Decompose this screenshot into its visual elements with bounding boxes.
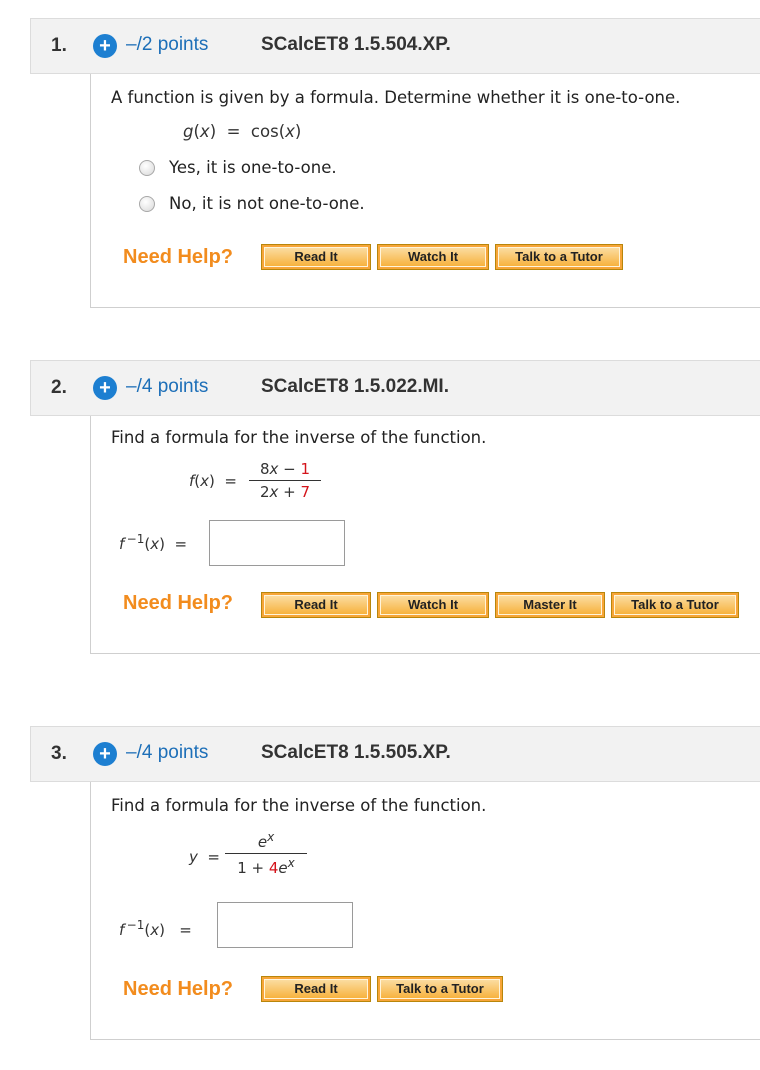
points-label[interactable]: –/2 points [126,34,208,56]
inverse-answer-input[interactable] [217,902,353,948]
question-body: Find a formula for the inverse of the fu… [90,782,760,1040]
points-label[interactable]: –/4 points [126,376,208,398]
plus-icon[interactable]: + [93,34,117,58]
read-it-button[interactable]: Read It [261,592,371,618]
watch-it-button[interactable]: Watch It [377,592,489,618]
function-lhs: y = [189,848,220,866]
button-label: Watch It [380,595,486,615]
radio-button[interactable] [139,160,155,176]
function-lhs: f(x) = [189,472,237,490]
question-code: SCalcET8 1.5.504.XP. [261,34,451,55]
fraction-bar [249,480,321,481]
question-code: SCalcET8 1.5.022.MI. [261,376,449,397]
option-label: No, it is not one-to-one. [169,194,365,213]
denominator: 2x + 7 [259,483,311,501]
read-it-button[interactable]: Read It [261,244,371,270]
fraction-bar [225,853,307,854]
button-label: Watch It [380,247,486,267]
inverse-answer-input[interactable] [209,520,345,566]
question-number: 1. [51,35,67,56]
formula: g(x) = cos(x) [183,122,302,141]
points-label[interactable]: –/4 points [126,742,208,764]
function-fraction: 8x − 1 2x + 7 [249,460,321,501]
button-label: Talk to a Tutor [498,247,620,267]
question-body: A function is given by a formula. Determ… [90,74,760,308]
numerator: 8x − 1 [259,460,311,478]
question-number: 2. [51,377,67,398]
button-label: Talk to a Tutor [380,979,500,999]
talk-to-tutor-button[interactable]: Talk to a Tutor [377,976,503,1002]
question-header: 2. + –/4 points SCalcET8 1.5.022.MI. [30,360,760,416]
question-code: SCalcET8 1.5.505.XP. [261,742,451,763]
button-label: Read It [264,595,368,615]
answer-label: f −1(x) = [119,918,192,939]
denominator: 1 + 4ex [237,856,295,877]
talk-to-tutor-button[interactable]: Talk to a Tutor [611,592,739,618]
watch-it-button[interactable]: Watch It [377,244,489,270]
answer-label: f −1(x) = [119,532,188,553]
question-body: Find a formula for the inverse of the fu… [90,416,760,654]
button-label: Master It [498,595,602,615]
read-it-button[interactable]: Read It [261,976,371,1002]
need-help-label: Need Help? [123,592,234,614]
function-fraction: ex 1 + 4ex [225,830,307,877]
button-label: Read It [264,247,368,267]
question-prompt: A function is given by a formula. Determ… [111,88,681,107]
master-it-button[interactable]: Master It [495,592,605,618]
question-prompt: Find a formula for the inverse of the fu… [111,796,487,815]
question-header: 1. + –/2 points SCalcET8 1.5.504.XP. [30,18,760,74]
need-help-label: Need Help? [123,978,234,1000]
need-help-label: Need Help? [123,246,234,268]
question-header: 3. + –/4 points SCalcET8 1.5.505.XP. [30,726,760,782]
radio-button[interactable] [139,196,155,212]
plus-icon[interactable]: + [93,376,117,400]
question-prompt: Find a formula for the inverse of the fu… [111,428,487,447]
option-label: Yes, it is one-to-one. [169,158,337,177]
plus-icon[interactable]: + [93,742,117,766]
button-label: Read It [264,979,368,999]
numerator: ex [257,830,275,851]
button-label: Talk to a Tutor [614,595,736,615]
talk-to-tutor-button[interactable]: Talk to a Tutor [495,244,623,270]
question-number: 3. [51,743,67,764]
